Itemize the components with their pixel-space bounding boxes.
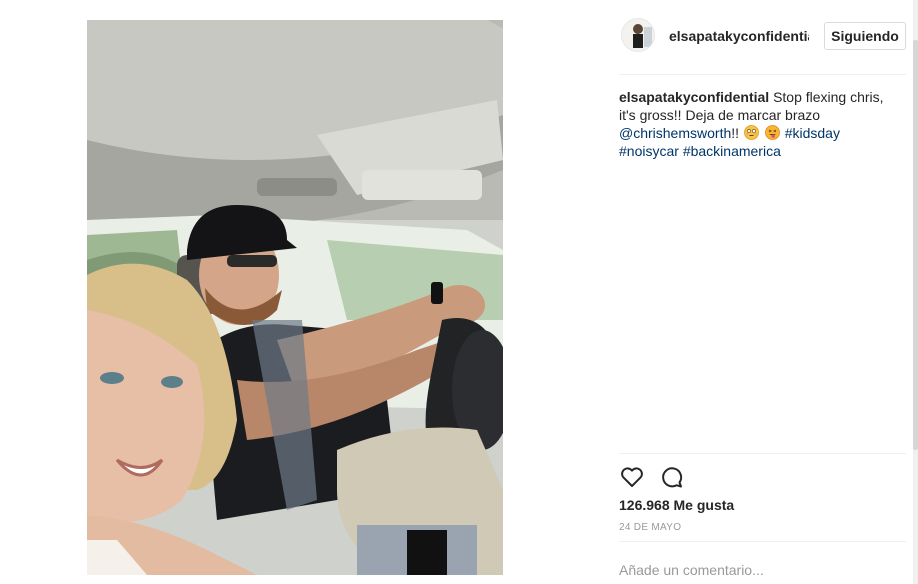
post-details-panel: elsapatakyconfidential Siguiendo elsapat… [619, 0, 918, 584]
post-photo[interactable] [87, 20, 503, 575]
post-actions [619, 464, 739, 490]
caption-username[interactable]: elsapatakyconfidential [619, 89, 769, 105]
post-username[interactable]: elsapatakyconfidential [669, 28, 809, 44]
mention-suffix: !! [731, 125, 740, 141]
comment-divider [619, 541, 906, 542]
caption-text-1: Stop flexing chris, [773, 89, 884, 105]
avatar[interactable] [621, 18, 655, 52]
hashtag-noisycar[interactable]: #noisycar [619, 143, 679, 159]
speech-bubble-icon[interactable] [659, 464, 685, 490]
likes-count[interactable]: 126.968 Me gusta [619, 497, 734, 513]
actions-divider [619, 453, 906, 454]
tongue-face-emoji [764, 125, 780, 140]
caption-text-2: it's gross!! Deja de marcar brazo [619, 107, 821, 123]
hashtag-kidsday[interactable]: #kidsday [785, 125, 840, 141]
scrollbar-thumb[interactable] [913, 40, 918, 450]
flushed-face-emoji [744, 125, 759, 140]
post-header: elsapatakyconfidential Siguiendo [619, 16, 906, 58]
avatar-image [622, 19, 654, 51]
post-date[interactable]: 24 DE MAYO [619, 522, 681, 533]
mention-link[interactable]: @chrishemsworth [619, 125, 731, 141]
header-divider [619, 74, 906, 75]
selfie-car-photo [87, 20, 503, 575]
hashtag-backinamerica[interactable]: #backinamerica [683, 143, 781, 159]
post-caption: elsapatakyconfidential Stop flexing chri… [619, 88, 889, 160]
following-button[interactable]: Siguiendo [824, 22, 906, 50]
heart-outline-icon[interactable] [619, 464, 645, 490]
comment-input[interactable]: Añade un comentario... [619, 562, 764, 578]
